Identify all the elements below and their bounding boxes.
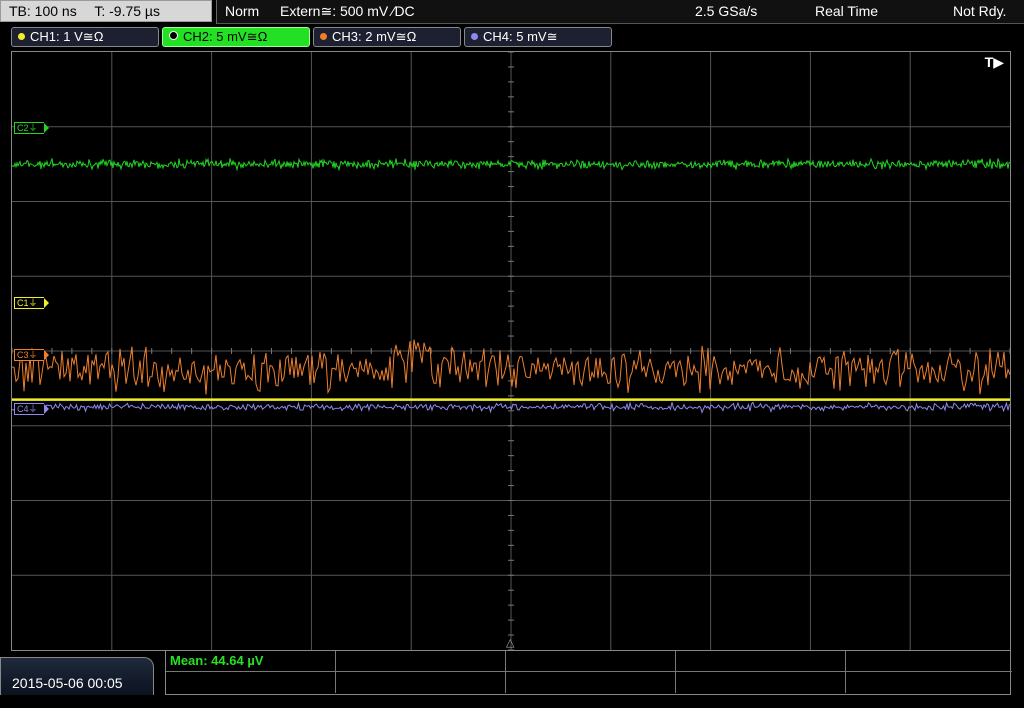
measurement-cell[interactable] [676, 672, 846, 693]
channel-3-dot-icon [320, 33, 327, 40]
mean-measurement: Mean: 44.64 µV [170, 653, 264, 668]
channel-1-ground-marker[interactable]: C1⏚ [14, 297, 48, 309]
channel-1-button[interactable]: CH1: 1 V≅Ω [11, 27, 159, 47]
channel-bar: CH1: 1 V≅Ω CH2: 5 mV≅Ω CH3: 2 mV≅Ω CH4: … [0, 26, 1024, 48]
channel-2-label: CH2: 5 mV≅Ω [183, 29, 268, 44]
channel-3-ground-marker[interactable]: C3⏚ [14, 349, 48, 361]
waveform-canvas [12, 52, 1010, 650]
channel-4-ground-marker[interactable]: C4⏚ [14, 403, 48, 415]
channel-1-dot-icon [18, 33, 25, 40]
measurement-cell[interactable] [336, 651, 506, 672]
channel-2-dot-icon [169, 31, 178, 40]
horizontal-position-marker[interactable]: △ [506, 636, 514, 649]
measurement-cell[interactable] [506, 672, 676, 693]
channel-4-button[interactable]: CH4: 5 mV≅ [464, 27, 612, 47]
trigger-bar[interactable]: Norm Extern≅: 500 mV ∕DC 2.5 GSa/s Real … [216, 0, 1024, 24]
channel-2-ground-marker[interactable]: C2⏚ [14, 122, 48, 134]
measurement-cell[interactable] [336, 672, 506, 693]
measurement-cell[interactable]: Mean: 44.64 µV [166, 651, 336, 672]
measurement-cell[interactable] [846, 672, 1012, 693]
sample-rate: 2.5 GSa/s [695, 3, 758, 19]
channel-3-label: CH3: 2 mV≅Ω [332, 29, 417, 44]
status-bar: TB: 100 ns T: -9.75 µs Norm Extern≅: 500… [0, 0, 1024, 24]
measurement-cell[interactable] [506, 651, 676, 672]
trigger-time-label: T: -9.75 µs [94, 3, 160, 19]
timebase-box[interactable]: TB: 100 ns T: -9.75 µs [0, 0, 212, 22]
channel-4-dot-icon [471, 33, 478, 40]
measurement-cell[interactable] [846, 651, 1012, 672]
channel-3-button[interactable]: CH3: 2 mV≅Ω [313, 27, 461, 47]
waveform-display[interactable]: T▶ C2⏚ C1⏚ C3⏚ C4⏚ △ [11, 51, 1011, 651]
trigger-source: Extern≅: 500 mV ∕DC [280, 3, 415, 19]
channel-1-label: CH1: 1 V≅Ω [30, 29, 104, 44]
channel-2-button[interactable]: CH2: 5 mV≅Ω [162, 27, 310, 47]
datetime-display: 2015-05-06 00:05 [0, 657, 154, 695]
acquisition-mode: Real Time [815, 3, 879, 19]
timebase-label: TB: 100 ns [9, 3, 77, 19]
trigger-mode: Norm [225, 3, 260, 19]
measurement-cell[interactable] [676, 651, 846, 672]
bottom-bar: 2015-05-06 00:05 Mean: 44.64 µV [0, 651, 1024, 695]
channel-4-label: CH4: 5 mV≅ [483, 29, 558, 44]
measurement-table[interactable]: Mean: 44.64 µV [165, 651, 1012, 695]
acquisition-state: Not Rdy. [953, 3, 1007, 19]
measurement-cell[interactable] [166, 672, 336, 693]
trigger-position-marker: T▶ [984, 54, 1004, 70]
